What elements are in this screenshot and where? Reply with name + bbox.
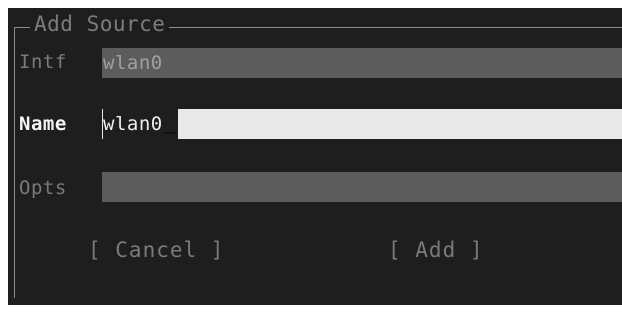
intf-field[interactable]: wlan0 <box>102 48 622 78</box>
intf-value: wlan0 <box>103 52 163 74</box>
name-value: wlan0 <box>103 109 178 139</box>
text-cursor <box>162 132 176 134</box>
terminal-screen: Add Source Intf wlan0 Name wlan0 Opts [ … <box>8 8 622 305</box>
intf-label: Intf <box>19 51 67 73</box>
add-button[interactable]: [ Add ] <box>388 236 484 264</box>
name-value-text: wlan0 <box>103 113 163 135</box>
cancel-button[interactable]: [ Cancel ] <box>88 236 224 264</box>
name-field[interactable]: wlan0 <box>102 109 622 139</box>
dialog-title: Add Source <box>30 12 170 36</box>
name-label: Name <box>19 113 67 135</box>
opts-label: Opts <box>19 177 67 199</box>
opts-field[interactable] <box>102 172 622 202</box>
